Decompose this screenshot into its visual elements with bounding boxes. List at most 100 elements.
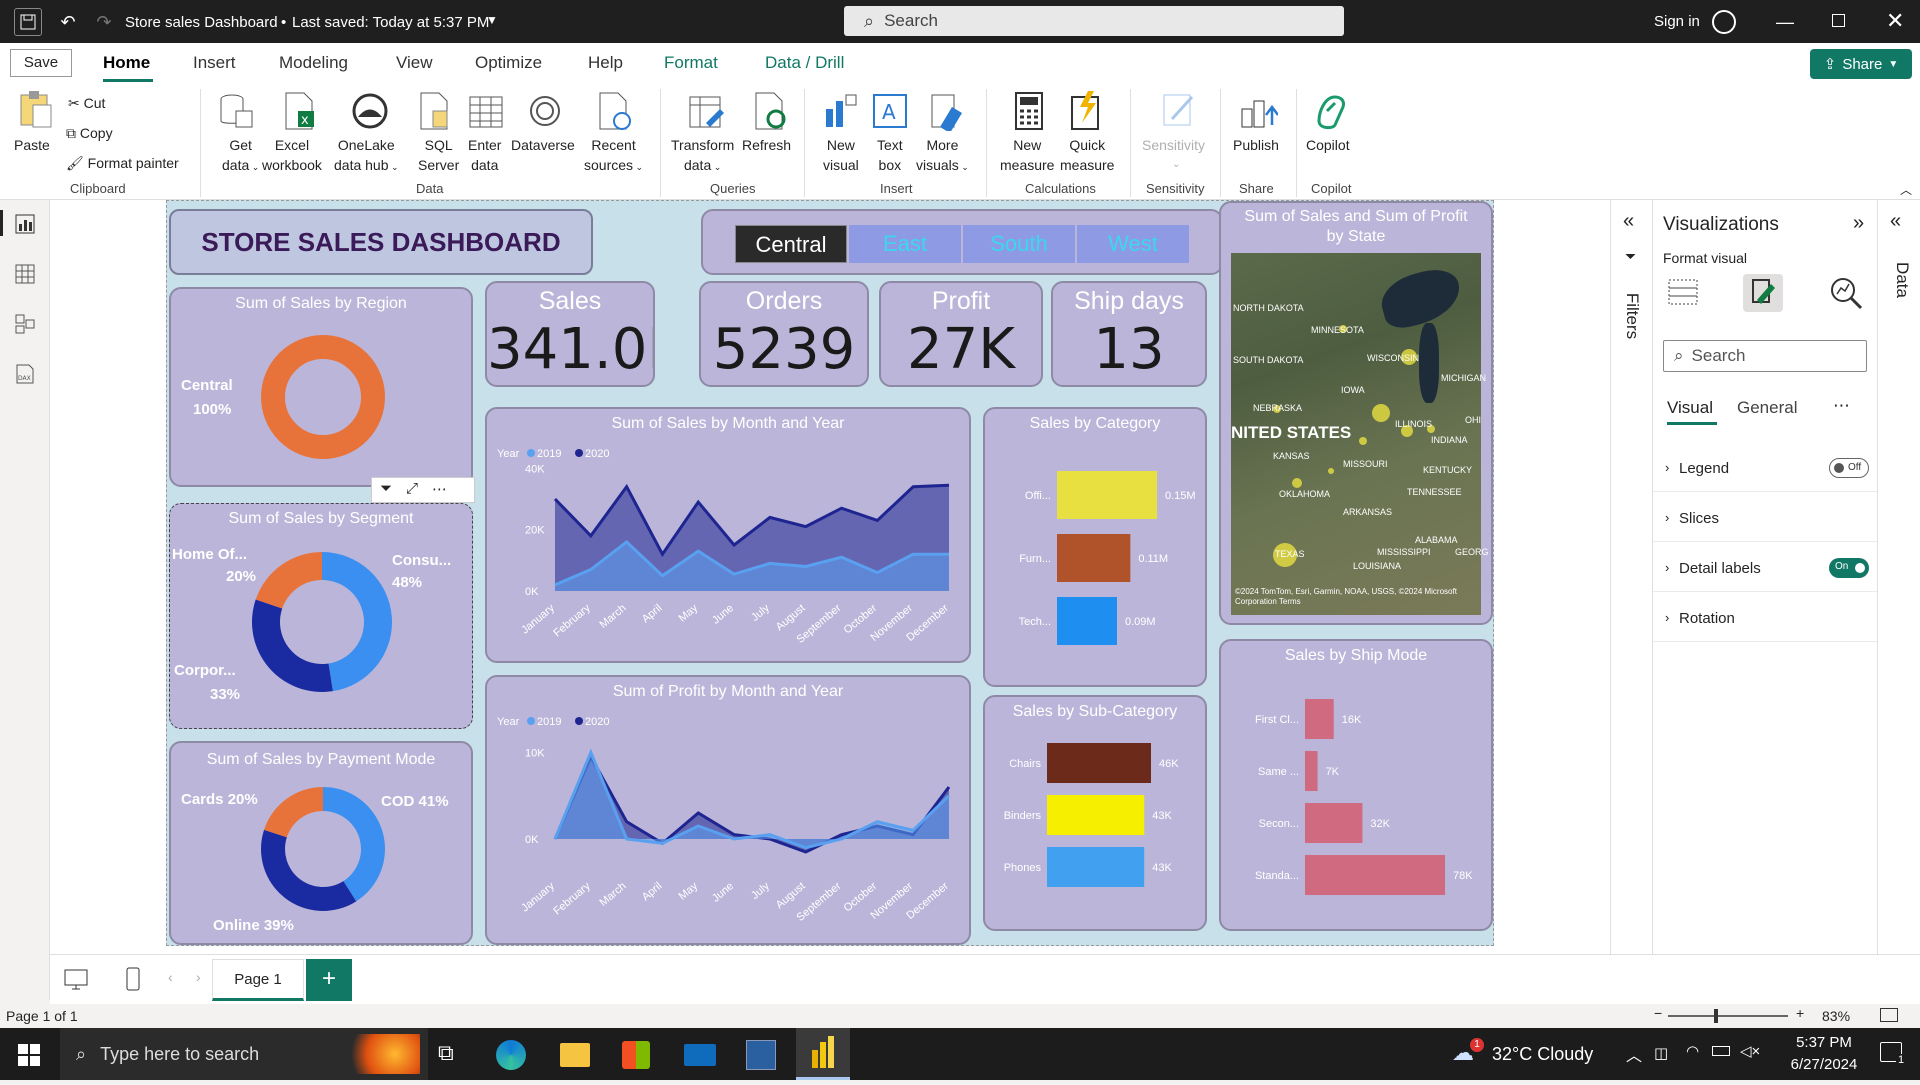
more-options-icon[interactable]: ⋯ (1833, 396, 1850, 416)
chevron-up-icon[interactable]: ︿ (1626, 1042, 1642, 1066)
tab-modeling[interactable]: Modeling (279, 53, 348, 73)
chevron-down-icon[interactable]: ▼ (486, 13, 498, 27)
slicer-item-west[interactable]: West (1077, 225, 1189, 263)
undo-icon[interactable]: ↶ (56, 10, 80, 34)
quick-measure-icon[interactable] (1066, 91, 1106, 131)
database-icon[interactable] (216, 91, 256, 131)
store-icon[interactable] (622, 1041, 650, 1069)
sql-server-icon[interactable] (415, 91, 455, 131)
desktop-layout-icon[interactable] (64, 969, 88, 991)
slicer-item-south[interactable]: South (963, 225, 1075, 263)
clock-date[interactable]: 6/27/2024 (1780, 1056, 1868, 1073)
sql-server-button[interactable]: SQL Server (418, 135, 459, 175)
section-legend[interactable]: › Legend Off (1653, 446, 1878, 492)
analytics-icon[interactable] (1829, 276, 1863, 310)
build-visual-icon[interactable] (1667, 276, 1699, 308)
mobile-layout-icon[interactable] (126, 967, 140, 991)
transform-data-button[interactable]: Transform data ⌄ (671, 135, 734, 177)
profit-by-month-card[interactable]: Sum of Profit by Month and Year Year 2019… (485, 675, 971, 945)
share-button[interactable]: ⇪ Share ▼ (1810, 49, 1912, 79)
bar[interactable] (1057, 597, 1117, 645)
map-bubble[interactable] (1372, 404, 1390, 422)
slicer-item-east[interactable]: East (849, 225, 961, 263)
powerbi-taskbar-icon[interactable] (796, 1028, 850, 1080)
legend-toggle[interactable]: Off (1829, 458, 1869, 478)
refresh-icon[interactable] (750, 91, 790, 131)
focus-mode-icon[interactable]: ⤢ (406, 480, 418, 500)
paste-label[interactable]: Paste (14, 135, 50, 155)
weather-text[interactable]: 32°C Cloudy (1492, 1044, 1593, 1065)
collapse-pane-icon[interactable]: » (1853, 212, 1864, 235)
prev-page-icon[interactable]: ‹ (168, 969, 173, 985)
enter-data-button[interactable]: Enter data (468, 135, 501, 175)
bar[interactable] (1047, 743, 1151, 783)
new-measure-button[interactable]: New measure (1000, 135, 1054, 175)
copy-button[interactable]: ⧉ Copy (66, 123, 113, 143)
section-rotation[interactable]: › Rotation (1653, 592, 1878, 642)
map-bubble[interactable] (1359, 437, 1367, 445)
get-data-button[interactable]: Get data ⌄ (222, 135, 259, 177)
kpi-orders[interactable]: Orders 5239 (699, 281, 869, 387)
bar[interactable] (1305, 855, 1445, 895)
wifi-icon[interactable]: ◠ (1686, 1042, 1699, 1060)
new-visual-icon[interactable] (820, 91, 860, 131)
expand-data-icon[interactable]: « (1890, 210, 1901, 233)
quick-measure-button[interactable]: Quick measure (1060, 135, 1114, 175)
mail-icon[interactable] (684, 1044, 716, 1066)
onelake-icon[interactable] (350, 91, 390, 131)
format-visual-tab[interactable] (1743, 274, 1783, 312)
tab-home[interactable]: Home (103, 53, 150, 73)
tab-optimize[interactable]: Optimize (475, 53, 542, 73)
map-bubble[interactable] (1328, 468, 1334, 474)
bar[interactable] (1305, 751, 1318, 791)
app-icon[interactable] (746, 1040, 776, 1070)
maximize-icon[interactable] (1832, 14, 1845, 27)
excel-icon[interactable]: x (280, 91, 320, 131)
close-icon[interactable]: ✕ (1886, 8, 1904, 34)
map-card[interactable]: Sum of Sales and Sum of Profit by State … (1219, 201, 1493, 625)
task-view-icon[interactable]: ⧉ (438, 1040, 454, 1066)
zoom-thumb[interactable] (1714, 1009, 1718, 1023)
sales-by-subcategory-card[interactable]: Sales by Sub-Category Chairs 46K Binders 43… (983, 695, 1207, 931)
report-view-icon[interactable] (15, 214, 35, 234)
section-slices[interactable]: › Slices (1653, 492, 1878, 542)
tab-data-drill[interactable]: Data / Drill (765, 53, 844, 73)
add-page-button[interactable]: + (306, 959, 352, 1001)
filter-icon[interactable]: ⏷ (380, 480, 392, 500)
detail-labels-toggle[interactable]: On (1829, 558, 1869, 578)
table-icon[interactable] (466, 91, 506, 131)
bar[interactable] (1057, 534, 1131, 582)
sales-by-category-card[interactable]: Sales by Category Offi... 0.15M Furn... 0.1… (983, 407, 1207, 687)
bar[interactable] (1057, 471, 1157, 519)
more-options-icon[interactable]: ⋯ (432, 480, 447, 500)
new-visual-button[interactable]: New visual (823, 135, 859, 175)
zoom-slider[interactable] (1668, 1009, 1788, 1023)
sales-by-payment-card[interactable]: Sum of Sales by Payment Mode Cards 20% C… (169, 741, 473, 945)
redo-icon[interactable]: ↷ (92, 10, 116, 34)
tab-format[interactable]: Format (664, 53, 718, 73)
minimize-icon[interactable]: — (1776, 12, 1794, 33)
account-icon[interactable] (1712, 10, 1736, 34)
section-detail-labels[interactable]: › Detail labels On (1653, 542, 1878, 592)
sales-by-month-card[interactable]: Sum of Sales by Month and Year Year 2019 2… (485, 407, 971, 663)
search-input[interactable]: ⌕ Search (1663, 340, 1867, 372)
slicer-item-central[interactable]: Central (735, 225, 847, 263)
publish-icon[interactable] (1238, 91, 1278, 131)
dax-query-icon[interactable]: DAX (15, 364, 35, 384)
recent-sources-button[interactable]: Recent sources ⌄ (584, 135, 643, 177)
sales-by-segment-card[interactable]: Sum of Sales by Segment Home Of... 20% C… (169, 503, 473, 729)
next-page-icon[interactable]: › (196, 969, 201, 985)
copilot-icon[interactable] (1311, 91, 1351, 131)
file-explorer-icon[interactable] (560, 1043, 590, 1067)
dataverse-icon[interactable] (525, 91, 565, 131)
map-bubble[interactable] (1292, 478, 1302, 488)
windows-start-icon[interactable] (18, 1044, 40, 1066)
format-painter-button[interactable]: 🖌 Format painter (66, 153, 179, 173)
fit-page-icon[interactable] (1880, 1008, 1898, 1022)
cut-button[interactable]: ✂ Cut (68, 93, 105, 113)
zoom-in-icon[interactable]: + (1796, 1005, 1804, 1021)
text-box-button[interactable]: Text box (877, 135, 903, 175)
zoom-out-icon[interactable]: − (1654, 1005, 1662, 1021)
tab-view[interactable]: View (396, 53, 433, 73)
sales-by-ship-mode-card[interactable]: Sales by Ship Mode First Cl... 16K Same ..… (1219, 639, 1493, 931)
